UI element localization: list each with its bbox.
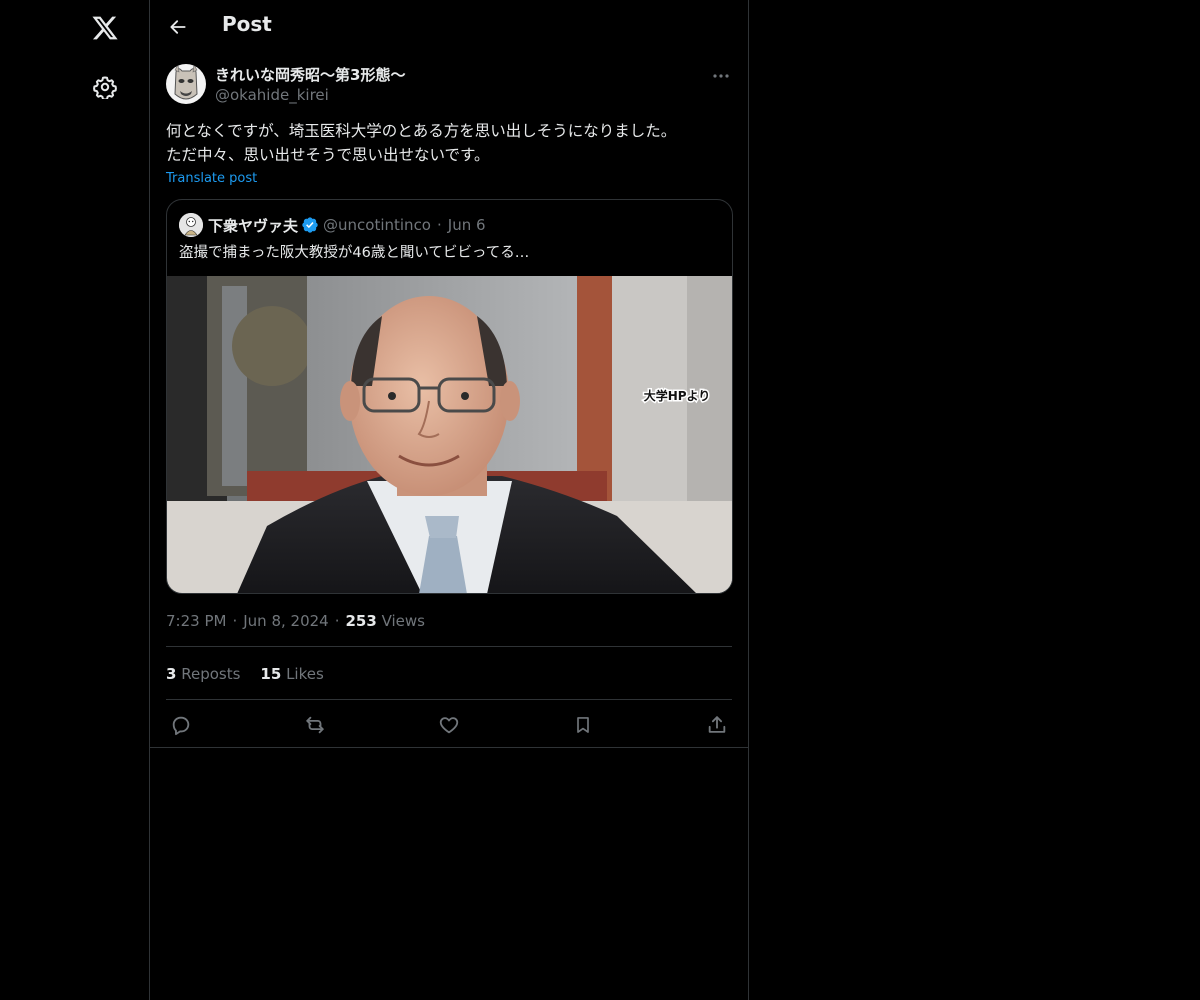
left-nav-rail xyxy=(0,0,150,1000)
author-name[interactable]: きれいな岡秀昭〜第3形態〜 xyxy=(215,64,405,85)
image-caption: 大学HPより xyxy=(644,388,711,403)
quoted-post[interactable]: 下衆ヤヴァ夫 @uncotintinco · Jun 6 盗撮で捕まった阪大教授… xyxy=(166,199,733,594)
reply-icon[interactable] xyxy=(168,712,194,738)
separator-dot: · xyxy=(334,612,340,630)
views-count: 253 xyxy=(345,612,377,630)
gear-icon[interactable] xyxy=(91,73,119,101)
page-header: Post xyxy=(150,0,748,54)
post-text: 何となくですが、埼玉医科大学のとある方を思い出しそうになりました。 ただ中々、思… xyxy=(166,122,677,164)
quoted-author-handle: @uncotintinco xyxy=(323,216,431,234)
quoted-post-date[interactable]: Jun 6 xyxy=(448,216,486,234)
likes-count: 15 xyxy=(260,665,282,683)
reposts-label: Reposts xyxy=(181,665,241,683)
post-stats: 3 Reposts 15 Likes xyxy=(166,665,344,683)
arrow-left-icon[interactable] xyxy=(166,15,190,39)
reposts-count: 3 xyxy=(166,665,177,683)
quoted-avatar[interactable] xyxy=(179,213,203,237)
post-meta: 7:23 PM · Jun 8, 2024 · 253 Views xyxy=(166,612,425,630)
avatar[interactable] xyxy=(166,64,206,104)
page-title: Post xyxy=(222,12,272,36)
translate-post-link[interactable]: Translate post xyxy=(166,171,257,186)
likes-label: Likes xyxy=(286,665,324,683)
x-logo-icon[interactable] xyxy=(89,12,121,44)
post-author: きれいな岡秀昭〜第3形態〜 @okahide_kirei xyxy=(166,62,734,106)
separator-dot: · xyxy=(437,216,442,234)
quoted-post-image[interactable]: 大学HPより xyxy=(167,276,732,593)
views-label: Views xyxy=(381,612,425,630)
post-date[interactable]: Jun 8, 2024 xyxy=(243,612,328,630)
quoted-post-header: 下衆ヤヴァ夫 @uncotintinco · Jun 6 xyxy=(179,213,486,237)
likes-stat[interactable]: 15 Likes xyxy=(260,665,323,683)
reposts-stat[interactable]: 3 Reposts xyxy=(166,665,240,683)
bookmark-icon[interactable] xyxy=(570,712,596,738)
post-time[interactable]: 7:23 PM xyxy=(166,612,226,630)
divider xyxy=(166,646,732,647)
share-icon[interactable] xyxy=(704,712,730,738)
heart-icon[interactable] xyxy=(436,712,462,738)
quoted-author-name: 下衆ヤヴァ夫 xyxy=(208,216,299,235)
post-actions xyxy=(166,712,732,738)
author-handle[interactable]: @okahide_kirei xyxy=(215,86,329,104)
more-horizontal-icon[interactable] xyxy=(710,66,732,86)
separator-dot: · xyxy=(232,612,238,630)
quoted-post-text: 盗撮で捕まった阪大教授が46歳と聞いてビビってる… xyxy=(179,245,530,261)
divider xyxy=(150,747,748,748)
verified-badge-icon xyxy=(301,216,319,234)
divider xyxy=(166,699,732,700)
post-column: Post きれいな岡秀昭〜第3形態〜 @okahide_kirei 何となくです… xyxy=(149,0,749,1000)
repost-icon[interactable] xyxy=(302,712,328,738)
